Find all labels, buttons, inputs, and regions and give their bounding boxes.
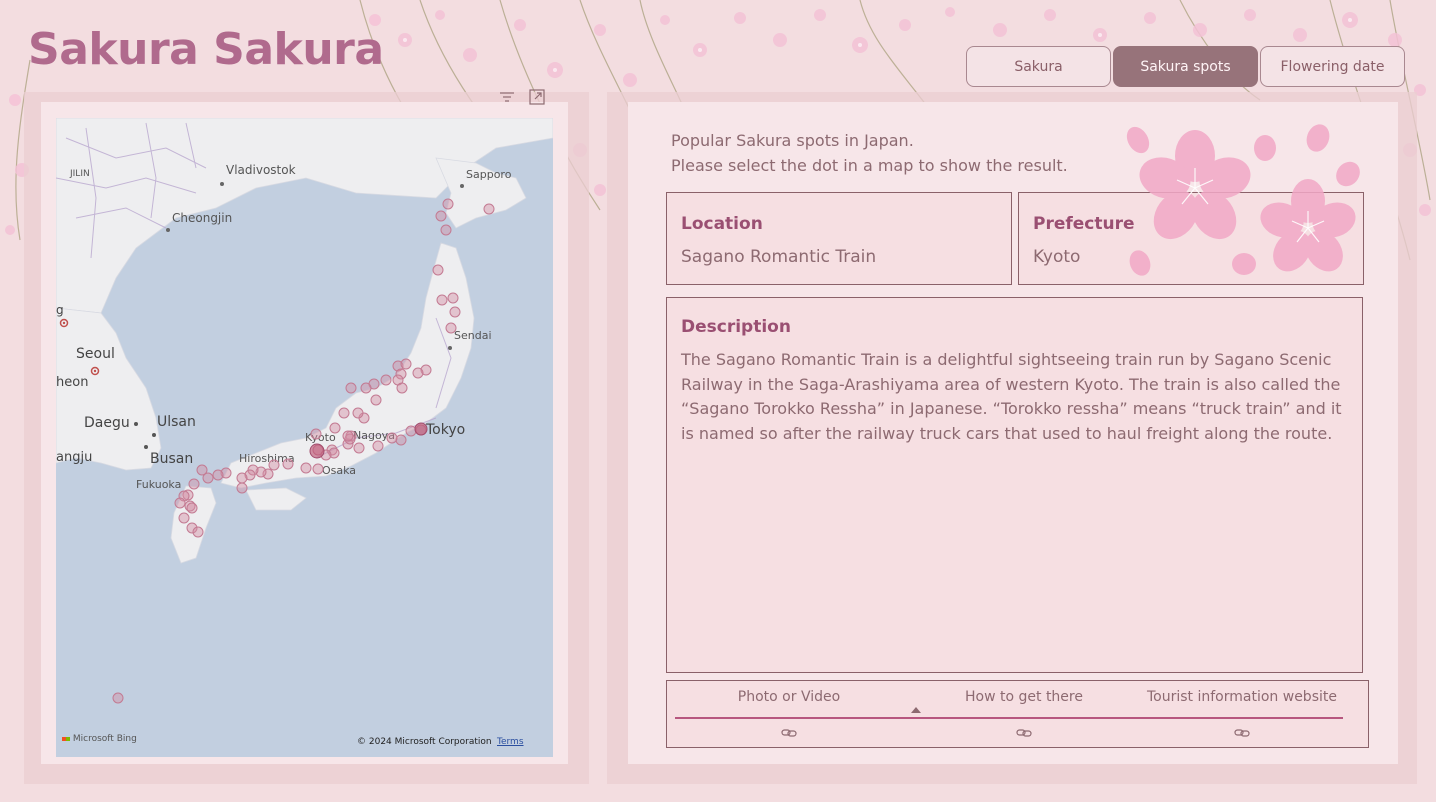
sakura-spot-dot[interactable]: [178, 512, 190, 524]
sakura-flower-illustration: [1126, 124, 1360, 276]
sakura-spot-dot[interactable]: [412, 367, 424, 379]
sakura-spot-dot[interactable]: [436, 294, 448, 306]
sakura-spot-dot[interactable]: [372, 440, 384, 452]
svg-text:Cheongjin: Cheongjin: [172, 211, 232, 225]
sakura-spot-dot[interactable]: [192, 526, 204, 538]
svg-text:Sapporo: Sapporo: [466, 168, 512, 181]
sakura-spots-map[interactable]: JILIN Vladivostok Sapporo Cheongjin g Se…: [56, 118, 553, 757]
sakura-spot-dot[interactable]: [112, 692, 124, 704]
sakura-spot-dot[interactable]: [342, 430, 354, 442]
svg-text:Tokyo: Tokyo: [425, 422, 465, 438]
description-card: Description The Sagano Romantic Train is…: [666, 297, 1363, 673]
sakura-spot-dot[interactable]: [449, 306, 461, 318]
tab-sakura-spots[interactable]: Sakura spots: [1113, 46, 1258, 87]
sakura-spot-dot[interactable]: [329, 422, 341, 434]
sakura-spot-dot[interactable]: [236, 472, 248, 484]
sakura-spot-dot[interactable]: [432, 264, 444, 276]
sakura-spot-dot[interactable]: [447, 292, 459, 304]
link-icon[interactable]: [1016, 723, 1032, 737]
map-terms-link[interactable]: Terms: [497, 737, 524, 747]
svg-text:Ulsan: Ulsan: [157, 414, 196, 430]
sakura-spot-dot[interactable]: [400, 358, 412, 370]
column-header-photo-video[interactable]: Photo or Video: [679, 689, 899, 705]
sakura-spot-dot[interactable]: [268, 459, 280, 471]
sakura-spot-dot[interactable]: [300, 462, 312, 474]
sakura-spot-dot[interactable]: [352, 407, 364, 419]
sakura-spot-dot[interactable]: [338, 407, 350, 419]
sakura-spot-dot[interactable]: [396, 382, 408, 394]
link-icon[interactable]: [781, 723, 797, 737]
description-text: The Sagano Romantic Train is a delightfu…: [681, 350, 1342, 443]
sakura-spot-dot[interactable]: [405, 425, 417, 437]
tab-flowering-date[interactable]: Flowering date: [1260, 46, 1405, 87]
sakura-spot-dot[interactable]: [236, 482, 248, 494]
sakura-spot-dot[interactable]: [186, 502, 198, 514]
filter-icon[interactable]: [499, 89, 515, 105]
page-tabs: Sakura Sakura spots Flowering date: [966, 46, 1405, 87]
location-value: Sagano Romantic Train: [681, 247, 877, 267]
app-title: Sakura Sakura: [28, 24, 384, 75]
svg-text:angju: angju: [56, 450, 92, 465]
svg-text:Seoul: Seoul: [76, 346, 115, 362]
sakura-spot-dot[interactable]: [310, 428, 322, 440]
sakura-spot-dot[interactable]: [196, 464, 208, 476]
visual-header: [499, 89, 545, 105]
column-header-how-to-get-there[interactable]: How to get there: [914, 689, 1134, 705]
sakura-spot-dot[interactable]: [174, 497, 186, 509]
svg-text:Sendai: Sendai: [454, 329, 492, 342]
svg-text:Vladivostok: Vladivostok: [226, 163, 296, 177]
selected-spot-dot[interactable]: [309, 443, 325, 459]
column-header-tourist-website[interactable]: Tourist information website: [1132, 689, 1352, 705]
sakura-spot-dot[interactable]: [386, 432, 398, 444]
sakura-spot-dot[interactable]: [212, 469, 224, 481]
focus-mode-icon[interactable]: [529, 89, 545, 105]
sakura-spot-dot[interactable]: [483, 203, 495, 215]
intro-text: Popular Sakura spots in Japan. Please se…: [671, 131, 1068, 175]
sakura-spot-dot[interactable]: [380, 374, 392, 386]
sakura-spot-dot[interactable]: [312, 463, 324, 475]
bing-logo: Microsoft Bing: [62, 734, 137, 744]
map-copyright: © 2024 Microsoft Corporation: [357, 737, 492, 747]
sort-arrow-icon[interactable]: [911, 707, 921, 713]
location-label: Location: [681, 214, 763, 234]
sakura-spot-dot[interactable]: [395, 434, 407, 446]
link-icon[interactable]: [1234, 723, 1250, 737]
prefecture-value: Kyoto: [1033, 247, 1081, 267]
description-label: Description: [681, 317, 791, 337]
sakura-spot-dot[interactable]: [345, 382, 357, 394]
svg-text:Osaka: Osaka: [322, 464, 356, 477]
sakura-spot-dot[interactable]: [188, 478, 200, 490]
tab-sakura[interactable]: Sakura: [966, 46, 1111, 87]
links-table: Photo or Video How to get there Tourist …: [666, 680, 1369, 748]
sakura-spot-dot[interactable]: [445, 322, 457, 334]
svg-text:Busan: Busan: [150, 451, 193, 467]
sakura-spot-dot[interactable]: [442, 198, 454, 210]
sakura-spot-dot[interactable]: [370, 394, 382, 406]
sakura-spot-dot[interactable]: [360, 382, 372, 394]
svg-text:Fukuoka: Fukuoka: [136, 478, 181, 491]
svg-text:JILIN: JILIN: [69, 169, 90, 179]
sakura-spot-dot[interactable]: [440, 224, 452, 236]
location-card: Location Sagano Romantic Train: [666, 192, 1012, 285]
selected-spot-dot[interactable]: [414, 422, 428, 436]
header-divider: [675, 717, 1343, 719]
svg-text:Daegu: Daegu: [84, 415, 130, 431]
sakura-spot-dot[interactable]: [282, 458, 294, 470]
svg-text:g: g: [56, 303, 64, 317]
svg-text:heon: heon: [56, 375, 88, 390]
sakura-spot-dot[interactable]: [435, 210, 447, 222]
sakura-spot-dot[interactable]: [353, 442, 365, 454]
map-canvas[interactable]: JILIN Vladivostok Sapporo Cheongjin g Se…: [56, 118, 553, 757]
